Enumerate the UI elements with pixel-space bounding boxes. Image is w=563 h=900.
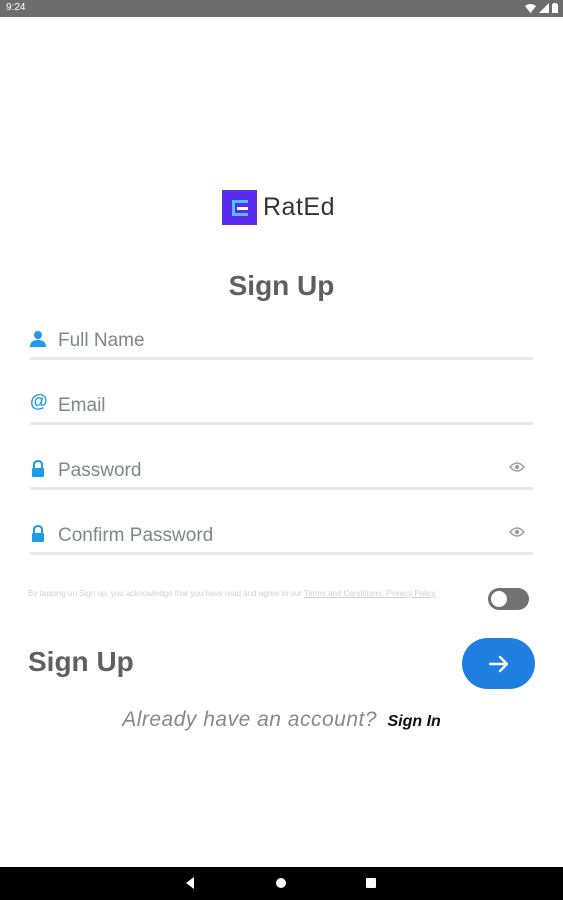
lock-icon: [32, 525, 44, 542]
logo-mark-icon: [222, 190, 257, 225]
toggle-knob: [491, 591, 507, 607]
confirm-password-field[interactable]: Confirm Password: [30, 515, 533, 555]
terms-link[interactable]: Terms and Conditions, Privacy Policy: [304, 589, 436, 598]
navigation-bar: [0, 867, 563, 900]
arrow-right-icon: [488, 655, 508, 672]
eye-icon[interactable]: [509, 526, 525, 538]
status-time: 9:24: [6, 2, 26, 13]
app-name: RatEd: [263, 193, 335, 221]
battery-icon: [552, 3, 558, 13]
password-underline: [30, 487, 533, 490]
at-icon: @: [30, 391, 48, 411]
lock-icon: [32, 460, 44, 477]
confirm-password-input[interactable]: Confirm Password: [58, 525, 213, 547]
submit-button[interactable]: [462, 638, 535, 689]
page-title: Sign Up: [228, 270, 335, 301]
status-bar: 9:24: [0, 0, 563, 17]
recents-icon[interactable]: [363, 875, 379, 891]
terms-body: By tapping on Sign up, you acknowledge t…: [28, 589, 305, 598]
signin-link[interactable]: Sign In: [387, 713, 440, 730]
back-icon[interactable]: [183, 875, 199, 891]
signup-label: Sign Up: [28, 646, 134, 677]
person-icon: [30, 331, 46, 347]
app-logo: RatEd: [222, 190, 335, 225]
full-name-input[interactable]: Full Name: [58, 330, 145, 352]
full-name-underline: [30, 357, 533, 360]
signin-row: Already have an account? Sign In: [0, 708, 563, 732]
full-name-field[interactable]: Full Name: [30, 320, 533, 360]
password-field[interactable]: Password: [30, 450, 533, 490]
terms-toggle[interactable]: [488, 588, 529, 610]
confirm-password-underline: [30, 552, 533, 555]
email-underline: [30, 422, 533, 425]
wifi-icon: [525, 3, 536, 13]
signal-icon: [539, 3, 549, 13]
home-icon[interactable]: [273, 875, 289, 891]
already-have-account-text: Already have an account?: [122, 708, 378, 731]
terms-text: By tapping on Sign up, you acknowledge t…: [28, 588, 458, 599]
email-input[interactable]: Email: [58, 395, 106, 417]
eye-icon[interactable]: [509, 461, 525, 473]
status-icons: [525, 3, 558, 13]
email-field[interactable]: @ Email: [30, 385, 533, 425]
password-input[interactable]: Password: [58, 460, 141, 482]
